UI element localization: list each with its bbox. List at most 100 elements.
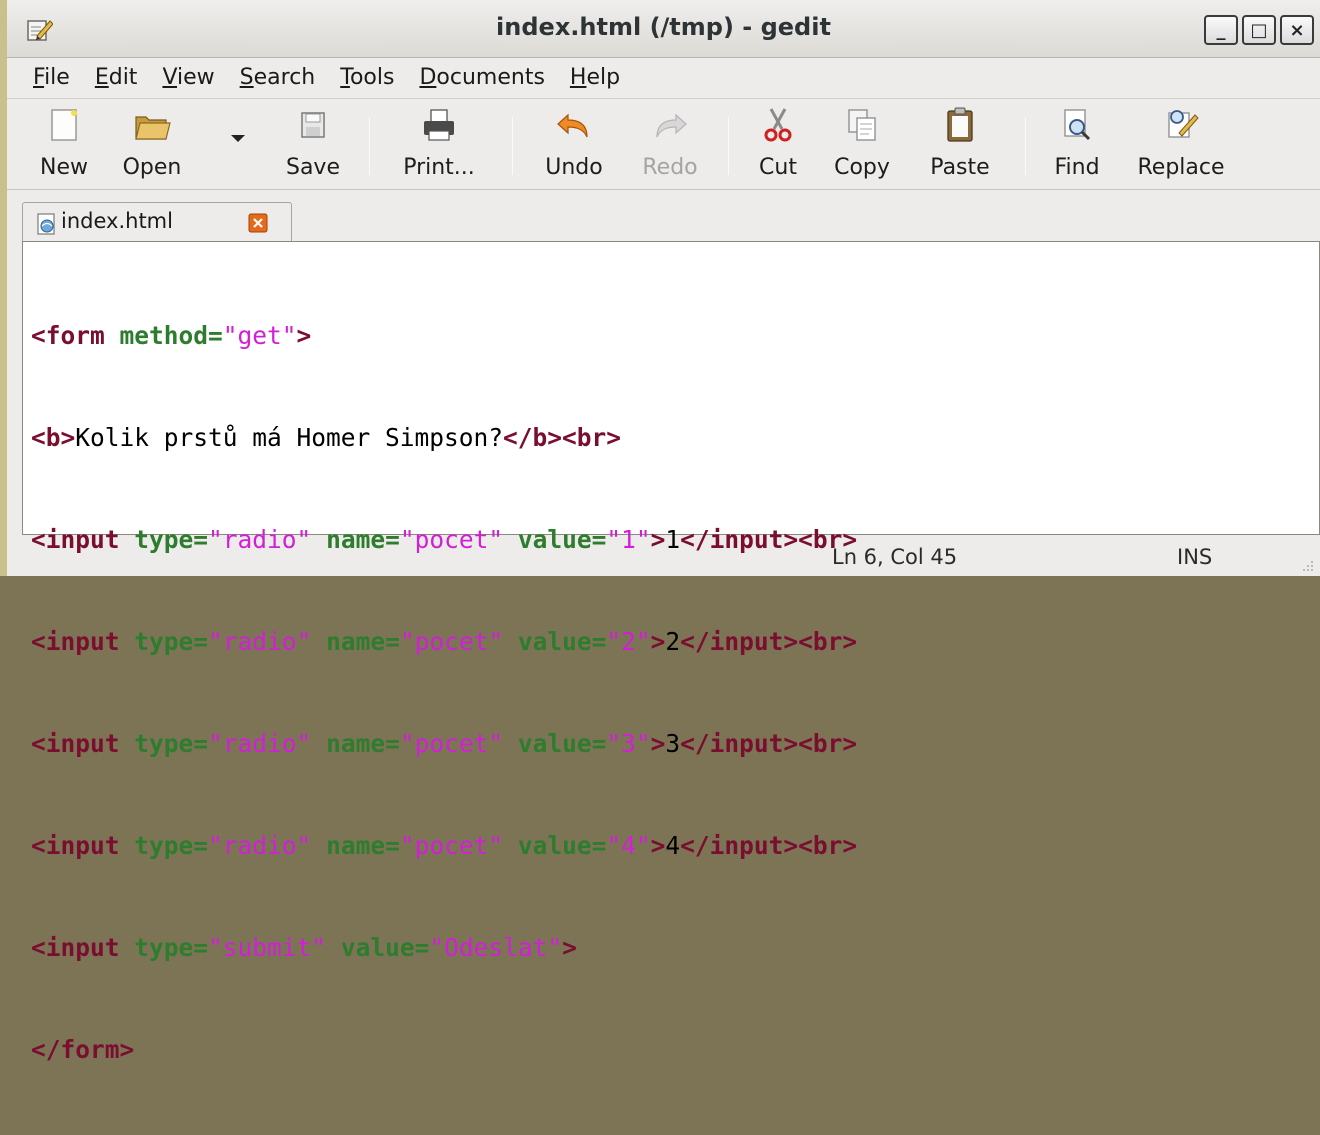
clipboard-icon: [947, 107, 973, 142]
menu-view-label: iew: [177, 64, 215, 90]
menu-documents[interactable]: Documents: [419, 65, 544, 90]
replace-label: Replace: [1137, 155, 1225, 180]
code-text: 4: [665, 831, 681, 860]
menu-file-label: ile: [44, 64, 70, 90]
toolbar-separator: [728, 117, 729, 175]
save-button[interactable]: Save: [277, 105, 349, 180]
menu-view-mnemonic: V: [162, 64, 178, 90]
code-string: "submit": [208, 933, 327, 962]
code-string: "radio": [208, 729, 312, 758]
undo-arrow-icon: [557, 113, 588, 138]
menu-help[interactable]: Help: [570, 65, 620, 90]
chevron-down-icon[interactable]: [231, 135, 245, 142]
code-string: "radio": [208, 831, 312, 860]
code-line: <input type="radio" name="pocet" value="…: [31, 829, 857, 863]
new-button[interactable]: New: [29, 105, 99, 180]
menu-edit-mnemonic: E: [94, 64, 109, 90]
code-line: <input type="radio" name="pocet" value="…: [31, 625, 857, 659]
resize-grip-icon[interactable]: [1300, 558, 1314, 572]
code-string: "pocet": [399, 729, 504, 758]
replace-pencil-icon: [1168, 110, 1199, 138]
menu-tools[interactable]: Tools: [340, 65, 394, 90]
text-editor-area[interactable]: <form method="get"> <b>Kolik prstů má Ho…: [22, 241, 1320, 1064]
magnifier-icon: [1064, 109, 1091, 141]
code-tag: <b>: [31, 423, 76, 452]
open-folder-icon: [135, 116, 171, 140]
code-tag: </input><br>: [680, 729, 858, 758]
print-button[interactable]: Print...: [391, 105, 487, 180]
menu-edit[interactable]: Edit: [95, 65, 138, 90]
code-string: "4": [606, 831, 651, 860]
menu-search-mnemonic: S: [239, 64, 254, 90]
code-tag: </form>: [31, 1035, 135, 1064]
menu-edit-label: dit: [108, 64, 138, 90]
code-view[interactable]: <form method="get"> <b>Kolik prstů má Ho…: [31, 251, 857, 1135]
code-attribute: type=: [134, 831, 209, 860]
menu-file[interactable]: File: [33, 65, 70, 90]
code-string: "radio": [208, 627, 312, 656]
code-tag: </input><br>: [680, 831, 858, 860]
code-tag: >: [650, 831, 666, 860]
insert-mode-indicator: INS: [1177, 545, 1213, 569]
undo-button[interactable]: Undo: [534, 105, 614, 180]
menu-help-mnemonic: H: [569, 64, 587, 90]
code-string: "Odeslat": [429, 933, 563, 962]
close-icon: ×: [1289, 19, 1305, 41]
code-text: Kolik prstů má Homer Simpson?: [75, 423, 504, 452]
code-tag: <input: [31, 933, 135, 962]
code-line: <input type="radio" name="pocet" value="…: [31, 727, 857, 761]
menu-documents-label: ocuments: [436, 64, 545, 90]
minimize-icon: _: [1216, 19, 1226, 41]
close-button[interactable]: ×: [1280, 15, 1314, 45]
code-tag: </b><br>: [503, 423, 622, 452]
code-string: "3": [606, 729, 651, 758]
code-string: "get": [222, 321, 297, 350]
find-button[interactable]: Find: [1044, 105, 1110, 180]
paste-button[interactable]: Paste: [917, 105, 1003, 180]
tab-label: index.html: [61, 209, 173, 233]
code-attribute: type=: [134, 627, 209, 656]
cut-button[interactable]: Cut: [747, 105, 809, 180]
scissors-icon: [764, 108, 792, 142]
menu-search[interactable]: Search: [240, 65, 316, 90]
title-bar[interactable]: index.html (/tmp) - gedit _ □ ×: [7, 0, 1320, 58]
code-text: 3: [665, 729, 681, 758]
code-line: <form method="get">: [31, 319, 857, 353]
toolbar-separator: [369, 117, 370, 175]
menu-tools-label: ools: [349, 64, 395, 90]
maximize-button[interactable]: □: [1242, 15, 1276, 45]
redo-button[interactable]: Redo: [630, 105, 710, 180]
html-document-icon: [37, 213, 55, 235]
window-title: index.html (/tmp) - gedit: [496, 13, 831, 41]
open-label: Open: [122, 155, 182, 180]
new-document-icon: [51, 109, 77, 141]
floppy-save-icon: [301, 112, 325, 138]
code-tag: >: [562, 933, 577, 962]
code-tag: >: [296, 321, 312, 350]
menu-view[interactable]: View: [162, 65, 214, 90]
code-text: 2: [665, 627, 681, 656]
tab-close-icon[interactable]: [248, 213, 268, 233]
open-button[interactable]: Open: [112, 105, 192, 180]
menu-search-label: earch: [253, 64, 316, 90]
copy-pages-icon: [848, 109, 876, 141]
code-tag: >: [650, 627, 666, 656]
new-label: New: [40, 155, 88, 180]
copy-button[interactable]: Copy: [824, 105, 900, 180]
replace-button[interactable]: Replace: [1125, 105, 1237, 180]
minimize-button[interactable]: _: [1204, 15, 1238, 45]
document-tab-bar: index.html: [7, 194, 1320, 242]
cut-label: Cut: [759, 155, 797, 180]
code-string: "pocet": [399, 831, 504, 860]
menu-tools-mnemonic: T: [340, 64, 350, 90]
code-attribute: name=: [326, 831, 400, 860]
code-line: <input type="submit" value="Odeslat">: [31, 931, 857, 965]
toolbar: New Open Save Print... Undo Redo Cut Cop…: [7, 98, 1320, 190]
code-attribute: value=: [517, 729, 607, 758]
cursor-position: Ln 6, Col 45: [832, 545, 958, 569]
paste-label: Paste: [930, 155, 990, 180]
redo-arrow-icon: [656, 113, 687, 138]
menu-file-mnemonic: F: [33, 64, 45, 90]
code-attribute: name=: [326, 729, 400, 758]
tab-index-html[interactable]: index.html: [22, 202, 292, 242]
